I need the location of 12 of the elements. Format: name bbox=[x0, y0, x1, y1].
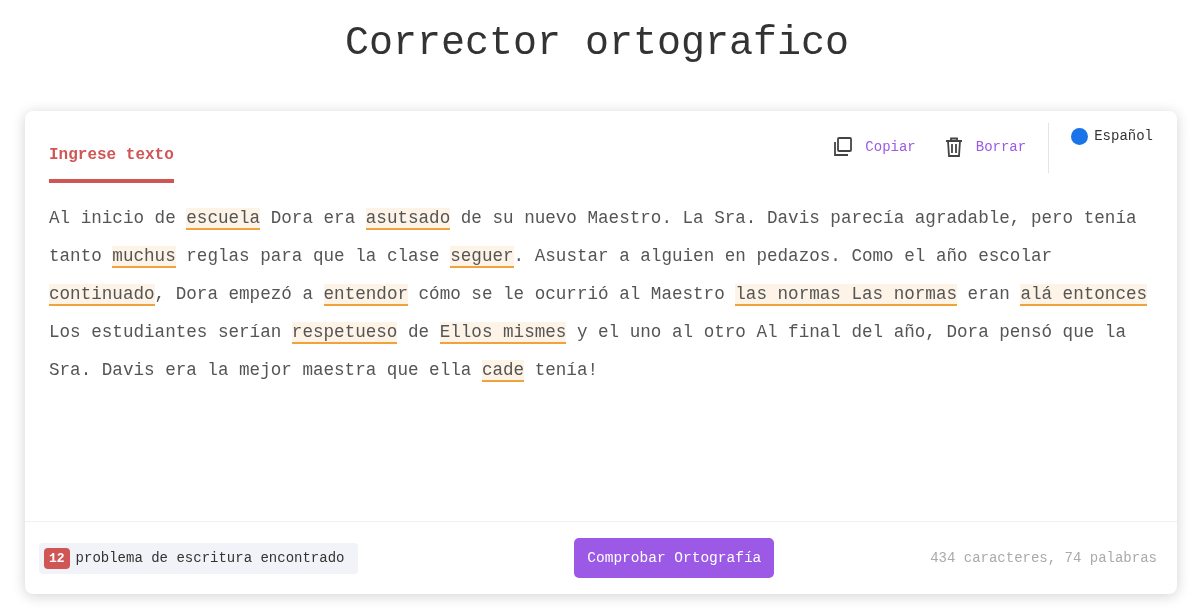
text-stats: 434 caracteres, 74 palabras bbox=[930, 550, 1157, 566]
language-selector[interactable]: Español bbox=[1049, 111, 1153, 161]
copy-icon[interactable] bbox=[833, 137, 854, 157]
problem-count: 12 bbox=[44, 547, 70, 569]
delete-button[interactable]: Borrar bbox=[975, 139, 1027, 155]
problem-label: problema de escritura encontrado bbox=[75, 550, 345, 566]
page-title: Corrector ortografico bbox=[343, 20, 851, 68]
trash-icon[interactable] bbox=[943, 137, 964, 157]
text-content[interactable]: Al inicio de escuela Dora era asutsado de su nuevo Maestro. La Sra. Davis parecía agradable, pero tenía tanto muchus reglas para que la clase seguer. Asustar a alguien en pedazos. Como el año escolar continuado, Dora empezó a entendor cómo se le ocurrió al Maestro las normas Las normas eran alá entonces Los estudiantes serían respetueso de Ellos mismes y el uno al otro Al final del año, Dora pensó que la Sra. Davis era la mejor maestra que ella cade tenía! bbox=[25, 199, 1177, 521]
copy-button[interactable]: Copiar bbox=[865, 139, 916, 155]
input-tab[interactable]: Ingrese texto bbox=[49, 111, 174, 183]
check-spelling-button[interactable]: Comprobar Ortografía bbox=[574, 538, 775, 578]
